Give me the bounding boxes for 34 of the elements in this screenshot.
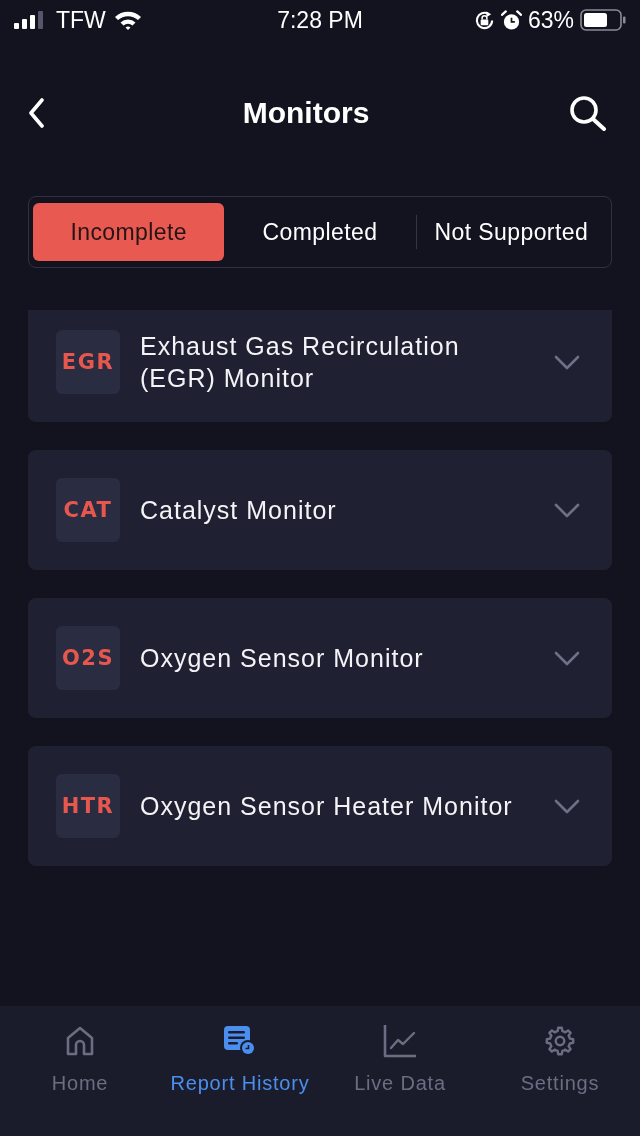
chevron-down-icon[interactable] — [554, 650, 580, 666]
monitor-code-badge: O2S — [56, 626, 120, 690]
carrier-name: TFW — [56, 6, 106, 34]
chevron-down-icon[interactable] — [554, 354, 580, 370]
settings-icon — [544, 1024, 576, 1058]
rotation-lock-icon — [473, 9, 495, 31]
monitor-card[interactable]: HTR Oxygen Sensor Heater Monitor — [28, 746, 612, 866]
battery-percentage: 63% — [527, 6, 574, 34]
status-time: 7:28 PM — [277, 6, 363, 34]
filter-tab[interactable]: Completed — [224, 203, 416, 261]
battery-icon — [580, 9, 626, 31]
wifi-icon — [113, 10, 142, 30]
monitor-name: Oxygen Sensor Heater Monitor — [140, 791, 514, 822]
page-title: Monitors — [242, 96, 370, 130]
back-icon — [28, 98, 44, 128]
nav-tab[interactable]: Report History — [160, 1006, 320, 1136]
chevron-down-icon[interactable] — [554, 502, 580, 518]
line-chart-icon — [383, 1024, 417, 1058]
alarm-clock-icon — [500, 9, 522, 31]
monitor-code-badge: EGR — [56, 330, 120, 394]
filter-tab[interactable]: Incomplete — [33, 203, 225, 261]
filter-tab[interactable]: Not Supported — [415, 203, 607, 261]
monitor-code-badge: HTR — [56, 774, 120, 838]
chevron-down-icon[interactable] — [554, 798, 580, 814]
signal-bars-icon — [14, 11, 46, 29]
monitor-name: Oxygen Sensor Monitor — [140, 643, 425, 674]
monitor-name: Exhaust Gas Recirculation (EGR) Monitor — [140, 331, 461, 394]
monitor-card[interactable]: O2S Oxygen Sensor Monitor — [28, 598, 612, 718]
monitor-name: Catalyst Monitor — [140, 495, 338, 526]
monitor-card[interactable]: EGR Exhaust Gas Recirculation (EGR) Monitor — [28, 310, 612, 422]
home-icon — [65, 1024, 95, 1058]
monitor-card[interactable]: CAT Catalyst Monitor — [28, 450, 612, 570]
search-icon — [568, 95, 608, 131]
monitor-code-badge: CAT — [56, 478, 120, 542]
